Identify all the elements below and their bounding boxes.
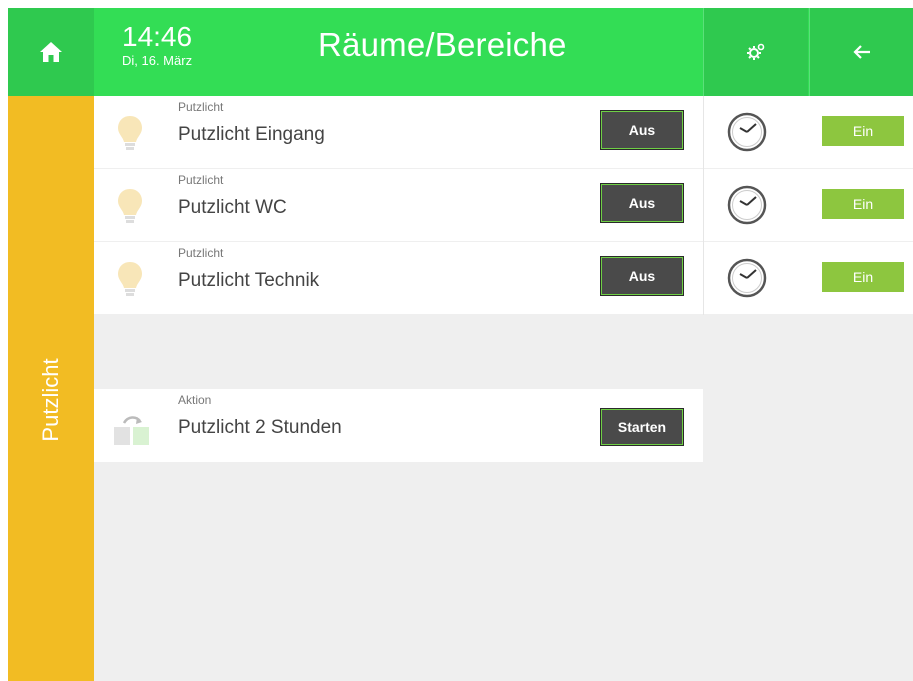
page-title: Räume/Bereiche: [318, 26, 567, 63]
device-row: Putzlicht Putzlicht Eingang Aus: [94, 96, 703, 168]
row-category: Putzlicht: [178, 173, 224, 187]
settings-button[interactable]: [703, 8, 808, 96]
row-name: Putzlicht Eingang: [178, 124, 325, 145]
clock-date: Di, 16. März: [122, 53, 193, 68]
clock-time: 14:46: [122, 21, 193, 52]
row-name: Putzlicht WC: [178, 197, 287, 218]
clock-display: 14:46 Di, 16. März: [122, 22, 192, 70]
on-button[interactable]: Ein: [822, 116, 904, 146]
column-divider: [703, 96, 704, 315]
side-tab-putzlicht[interactable]: Putzlicht: [8, 96, 94, 681]
row-category: Putzlicht: [178, 100, 224, 114]
home-button[interactable]: [8, 8, 94, 96]
header-bar: 14:46 Di, 16. März Räume/Bereiche: [8, 8, 913, 96]
off-button[interactable]: Aus: [600, 110, 684, 150]
arrow-left-icon: [852, 45, 870, 59]
clock-icon[interactable]: [726, 184, 768, 226]
home-icon: [40, 42, 62, 62]
lightbulb-icon: [118, 262, 142, 296]
row-category: Aktion: [178, 393, 212, 407]
on-button[interactable]: Ein: [822, 262, 904, 292]
settings-gear-icon: [747, 43, 765, 60]
app-frame: 14:46 Di, 16. März Räume/Bereiche Putzli…: [8, 8, 913, 681]
clock-icon[interactable]: [726, 257, 768, 299]
action-row: Aktion Putzlicht 2 Stunden Starten: [94, 389, 703, 462]
row-name: Putzlicht Technik: [178, 270, 320, 291]
lightbulb-icon: [118, 189, 142, 223]
row-category: Putzlicht: [178, 246, 224, 260]
start-button[interactable]: Starten: [600, 408, 684, 446]
back-button[interactable]: [809, 8, 913, 96]
clock-icon[interactable]: [726, 111, 768, 153]
schedule-cell: Ein: [704, 169, 913, 241]
device-row: Putzlicht Putzlicht Technik Aus: [94, 242, 703, 314]
side-tab-label: Putzlicht: [38, 358, 63, 442]
off-button[interactable]: Aus: [600, 183, 684, 223]
schedule-cell: Ein: [704, 96, 913, 168]
row-name: Putzlicht 2 Stunden: [178, 417, 342, 438]
scene-action-icon: [114, 416, 149, 445]
off-button[interactable]: Aus: [600, 256, 684, 296]
schedule-cell: Ein: [704, 242, 913, 314]
lightbulb-icon: [118, 116, 142, 150]
on-button[interactable]: Ein: [822, 189, 904, 219]
device-row: Putzlicht Putzlicht WC Aus: [94, 169, 703, 241]
